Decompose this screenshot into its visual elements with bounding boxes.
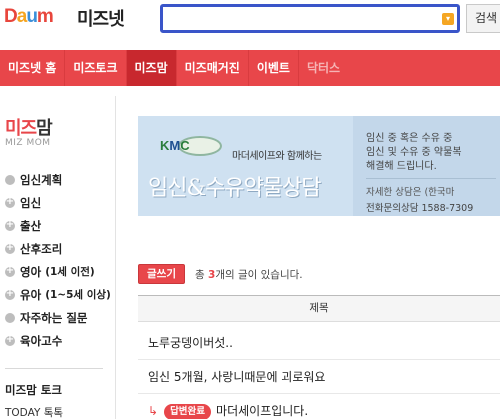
sidebar-item-label: 자주하는 질문	[20, 310, 88, 325]
sidebar-item-pregnancy-plan[interactable]: 임신계획	[5, 168, 111, 191]
sidebar-item-label: 유아	[20, 287, 42, 302]
plus-circle-icon	[5, 195, 15, 209]
post-title-link[interactable]: 마더세이프입니다.	[216, 404, 308, 418]
sidebar-item-label: 임신계획	[20, 172, 63, 187]
main-nav: 미즈넷 홈 미즈토크 미즈맘 미즈매거진 이벤트 닥터스	[0, 50, 500, 86]
sidebar-item-parenting-expert[interactable]: 육아고수	[5, 329, 111, 352]
sidebar-divider	[5, 368, 103, 369]
reply-arrow-icon: ↳	[148, 404, 159, 418]
plus-circle-icon	[5, 287, 15, 301]
post-title-link[interactable]: 노루궁뎅이버섯..	[148, 336, 233, 350]
banner-desc-line: 임신 중 혹은 수유 중	[366, 133, 453, 144]
banner-phone-text: 전화문의상담 1588-7309	[366, 203, 474, 214]
answered-badge: 답변완료	[164, 404, 212, 419]
banner-desc-line: 임신 및 수유 중 약물복	[366, 147, 462, 158]
top-header: Daum 미즈넷 ▾ 검색	[0, 0, 500, 38]
logo-letter: m	[36, 6, 54, 27]
sidebar-item-label: 출산	[20, 218, 42, 233]
kmc-letter: M	[169, 138, 181, 153]
sidebar-item-label: 임신	[20, 195, 42, 210]
nav-item-mizmagazine[interactable]: 미즈매거진	[177, 50, 249, 86]
table-row[interactable]: ↳ 답변완료 마더세이프입니다.	[138, 395, 500, 419]
sidebar: 미즈맘 MIZ MOM 임신계획 임신 출산 산후조리 영아 (1세 이전) 유…	[0, 96, 116, 419]
sidebar-item-sublabel: (1세 이전)	[45, 266, 95, 278]
plus-circle-icon	[5, 241, 15, 255]
mothersafe-banner[interactable]: KMC 마더세이프와 함께하는 임신&수유약물상담 임신 중 혹은 수유 중 임…	[138, 116, 500, 216]
plus-circle-icon	[5, 333, 15, 347]
sidebar-menu: 임신계획 임신 출산 산후조리 영아 (1세 이전) 유아 (1~5세 이상) …	[5, 168, 111, 352]
sidebar-item-birth[interactable]: 출산	[5, 214, 111, 237]
banner-description: 임신 중 혹은 수유 중 임신 및 수유 중 약물복 해결해 드립니다.	[366, 132, 462, 174]
sidebar-talk-title[interactable]: 미즈맘 토크	[5, 382, 62, 398]
nav-item-event[interactable]: 이벤트	[249, 50, 299, 86]
kmc-logo: KMC	[160, 138, 190, 153]
search-input[interactable]	[165, 8, 443, 29]
plus-circle-icon	[5, 264, 15, 278]
post-count-suffix: 개의 글이 있습니다.	[215, 269, 303, 281]
dot-icon	[5, 174, 15, 185]
sidebar-subtitle: MIZ MOM	[5, 138, 51, 148]
plus-circle-icon	[5, 218, 15, 232]
dot-icon	[5, 312, 15, 323]
daum-logo[interactable]: Daum	[4, 6, 54, 30]
search-box: ▾	[160, 4, 460, 33]
table-row[interactable]: 임신 5개월, 사랑니때문에 괴로워요	[138, 361, 500, 394]
post-count-prefix: 총	[195, 269, 208, 281]
sidebar-item-label: 산후조리	[20, 241, 63, 256]
post-title-link[interactable]: 임신 5개월, 사랑니때문에 괴로워요	[148, 370, 325, 384]
nav-item-miznet-home[interactable]: 미즈넷 홈	[0, 50, 66, 86]
sidebar-item-pregnancy[interactable]: 임신	[5, 191, 111, 214]
sidebar-title-dark: 맘	[36, 118, 53, 139]
sidebar-title[interactable]: 미즈맘	[5, 114, 53, 140]
search-dropdown-icon[interactable]: ▾	[442, 13, 454, 25]
banner-headline: 임신&수유약물상담	[148, 176, 322, 201]
search-button[interactable]: 검색	[466, 4, 500, 33]
nav-item-miztalk[interactable]: 미즈토크	[65, 50, 127, 86]
logo-letter: u	[26, 6, 38, 27]
sidebar-item-sublabel: (1~5세 이상)	[45, 289, 111, 301]
sidebar-item-faq[interactable]: 자주하는 질문	[5, 306, 111, 329]
sidebar-today-link[interactable]: TODAY 톡톡	[5, 405, 63, 419]
sidebar-item-infant[interactable]: 영아 (1세 이전)	[5, 260, 111, 283]
logo-letter: a	[16, 6, 28, 27]
nav-item-mizmom[interactable]: 미즈맘	[126, 50, 177, 86]
logo-letter: D	[4, 6, 18, 27]
sidebar-item-label: 영아	[20, 264, 42, 279]
sidebar-title-red: 미즈	[5, 118, 37, 139]
sidebar-item-toddler[interactable]: 유아 (1~5세 이상)	[5, 283, 111, 306]
banner-divider	[366, 178, 496, 179]
nav-item-doctors[interactable]: 닥터스	[299, 50, 348, 86]
sidebar-item-label: 육아고수	[20, 333, 63, 348]
table-header-title: 제목	[138, 295, 500, 322]
banner-with-text: 마더세이프와 함께하는	[232, 151, 322, 162]
table-row[interactable]: 노루궁뎅이버섯..	[138, 327, 500, 360]
service-brand[interactable]: 미즈넷	[77, 5, 125, 31]
post-count-text: 총 3개의 글이 있습니다.	[195, 267, 303, 282]
kmc-letter: C	[180, 138, 190, 153]
write-post-button[interactable]: 글쓰기	[138, 264, 185, 284]
banner-desc-line: 해결해 드립니다.	[366, 161, 437, 172]
banner-more-text: 자세한 상담은 (한국마	[366, 187, 455, 198]
sidebar-item-postnatal[interactable]: 산후조리	[5, 237, 111, 260]
kmc-letter: K	[160, 138, 170, 153]
